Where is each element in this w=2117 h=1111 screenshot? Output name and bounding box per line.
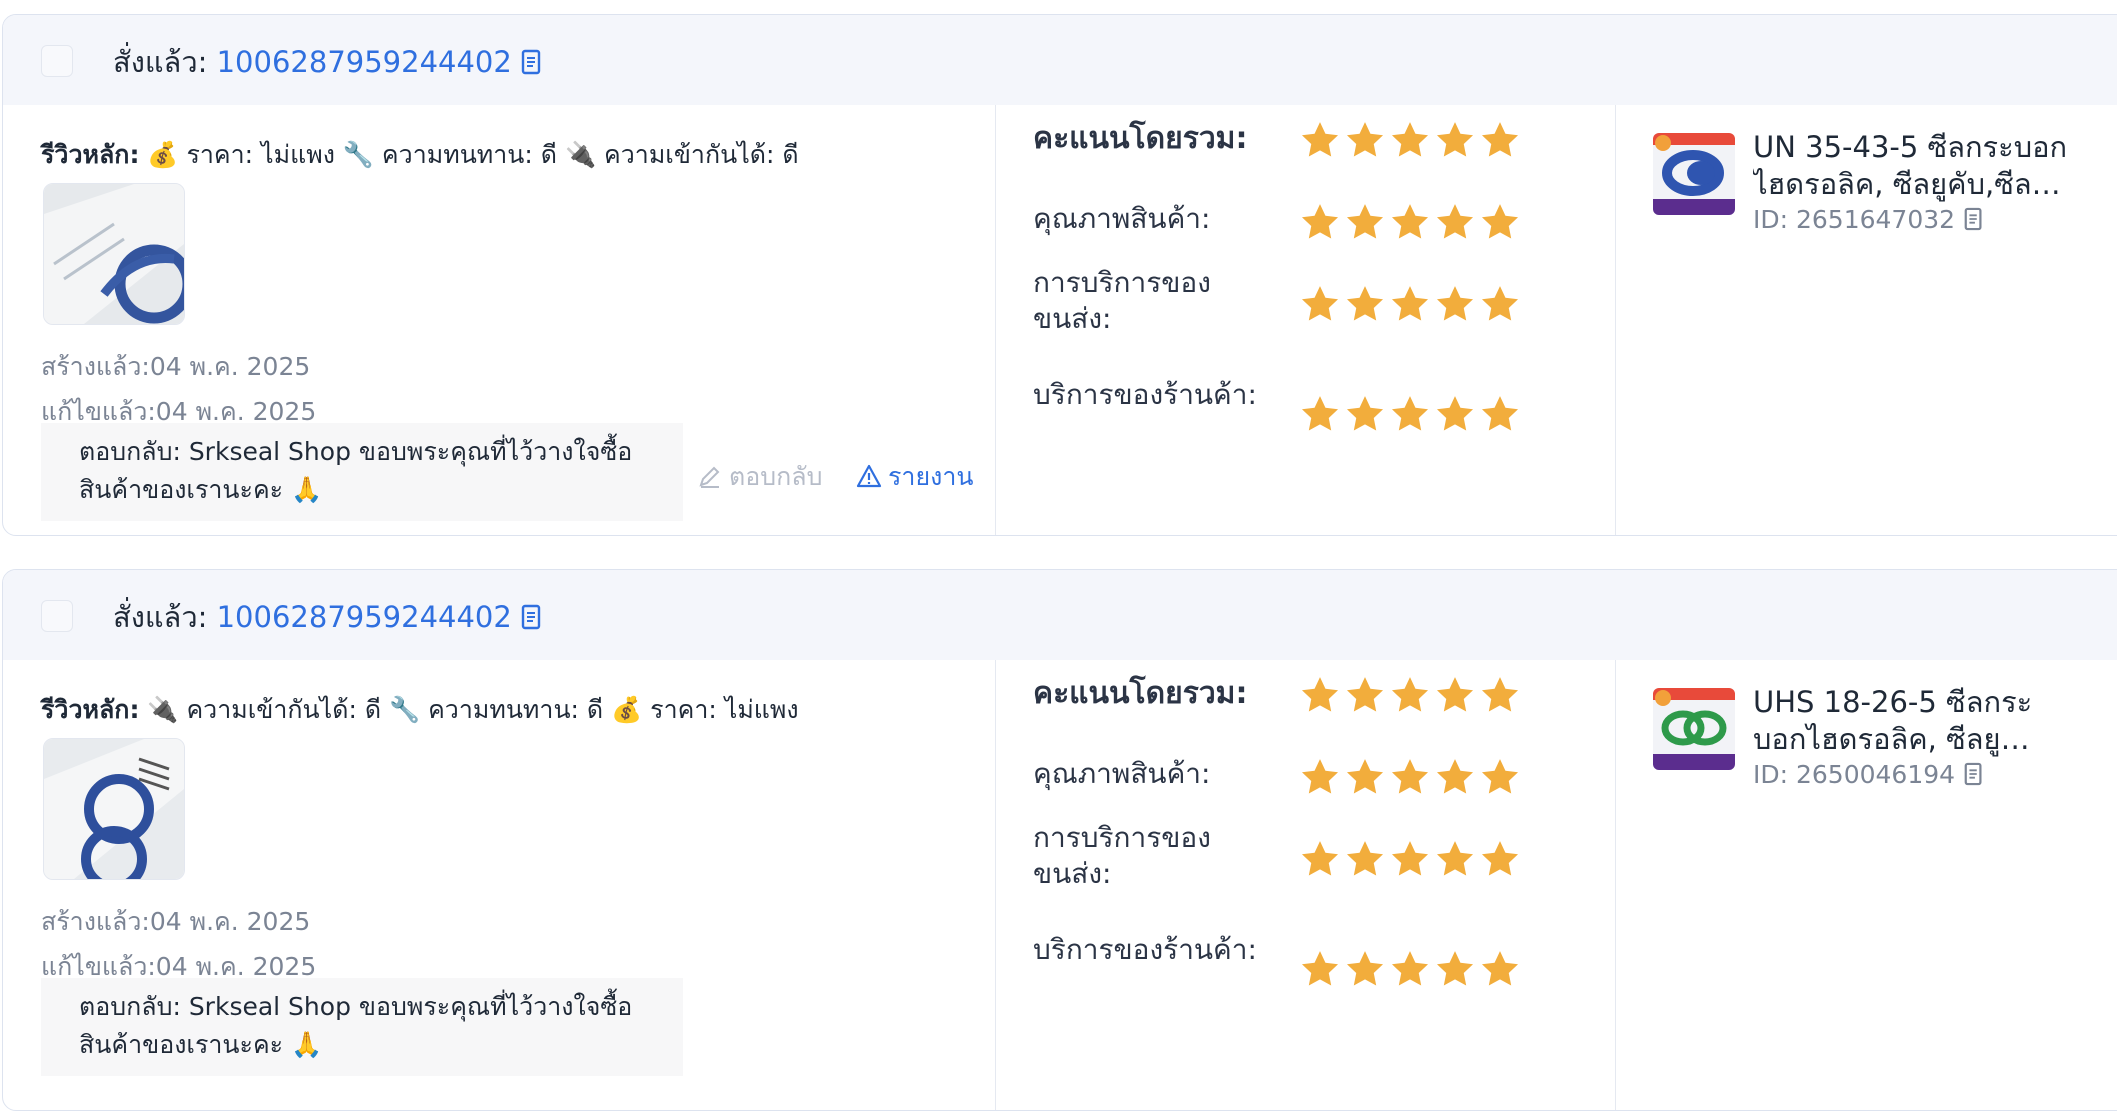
star-icon [1391,677,1429,712]
seller-reply: ตอบกลับ: Srkseal Shop ขอบพระคุณที่ไว้วาง… [41,423,683,521]
star-icon [1391,122,1429,157]
order-label: สั่งแล้ว: 1006287959244402 [113,39,544,85]
card-header: สั่งแล้ว: 1006287959244402 [3,15,2117,105]
star-icon [1301,396,1339,431]
review-photo[interactable] [43,183,185,325]
overall-rating-label: คะแนนโดยรวม: [1033,676,1248,711]
star-icon [1301,677,1339,712]
product-quality-stars [1299,201,1521,243]
product-quality-stars [1299,756,1521,798]
star-icon [1481,951,1519,986]
star-icon [1481,122,1519,157]
order-id-link[interactable]: 1006287959244402 [217,600,512,634]
shipping-service-label: การบริการของขนส่ง: [1033,821,1211,890]
created-date: สร้างแล้ว:04 พ.ค. 2025 [41,352,311,381]
star-icon [1346,286,1384,321]
star-icon [1301,951,1339,986]
review-photo[interactable] [43,738,185,880]
star-icon [1301,286,1339,321]
star-icon [1391,396,1429,431]
star-icon [1436,286,1474,321]
star-icon [1391,951,1429,986]
star-icon [1436,396,1474,431]
product-name[interactable]: UN 35-43-5 ซีลกระบอกไฮดรอลิค, ซีลยูคับ,ซ… [1753,129,2083,203]
copy-icon[interactable] [520,48,544,83]
product-id: ID: 2651647032 [1753,205,1985,238]
product-quality-label: คุณภาพสินค้า: [1033,202,1211,235]
star-icon [1391,286,1429,321]
star-icon [1481,677,1519,712]
star-icon [1436,841,1474,876]
card-header: สั่งแล้ว: 1006287959244402 [3,570,2117,660]
star-icon [1346,204,1384,239]
copy-icon[interactable] [1963,206,1985,238]
star-icon [1301,841,1339,876]
star-icon [1346,951,1384,986]
star-icon [1391,841,1429,876]
star-icon [1436,759,1474,794]
star-icon [1346,841,1384,876]
order-label: สั่งแล้ว: 1006287959244402 [113,594,544,640]
star-icon [1481,759,1519,794]
main-review: รีวิวหลัก: 💰 ราคา: ไม่แพง 🔧 ความทนทาน: ด… [41,140,799,169]
seller-reply: ตอบกลับ: Srkseal Shop ขอบพระคุณที่ไว้วาง… [41,978,683,1076]
created-date: สร้างแล้ว:04 พ.ค. 2025 [41,907,311,936]
shop-service-label: บริการของร้านค้า: [1033,933,1257,966]
overall-rating-label: คะแนนโดยรวม: [1033,121,1248,156]
star-icon [1346,759,1384,794]
shop-service-stars [1299,393,1521,435]
order-id-link[interactable]: 1006287959244402 [217,45,512,79]
product-quality-label: คุณภาพสินค้า: [1033,757,1211,790]
product-image[interactable] [1653,133,1735,215]
overall-rating-stars [1299,674,1521,716]
shop-service-stars [1299,948,1521,990]
shipping-service-stars [1299,283,1521,325]
star-icon [1436,204,1474,239]
review-card: สั่งแล้ว: 1006287959244402 รีวิวหลัก: 🔌 … [2,569,2117,1111]
star-icon [1436,122,1474,157]
star-icon [1481,841,1519,876]
star-icon [1346,677,1384,712]
product-image[interactable] [1653,688,1735,770]
card-body: รีวิวหลัก: 💰 ราคา: ไม่แพง 🔧 ความทนทาน: ด… [3,105,2117,535]
select-checkbox[interactable] [41,600,73,632]
star-icon [1481,396,1519,431]
copy-icon[interactable] [1963,761,1985,793]
report-button[interactable]: รายงาน [856,457,973,497]
star-icon [1481,286,1519,321]
star-icon [1481,204,1519,239]
copy-icon[interactable] [520,603,544,638]
select-checkbox[interactable] [41,45,73,77]
star-icon [1436,677,1474,712]
star-icon [1436,951,1474,986]
star-icon [1301,122,1339,157]
star-icon [1346,396,1384,431]
star-icon [1301,204,1339,239]
star-icon [1391,759,1429,794]
reply-button[interactable]: ตอบกลับ [697,457,822,497]
shop-service-label: บริการของร้านค้า: [1033,378,1257,411]
product-name[interactable]: UHS 18-26-5 ซีลกระบอกไฮดรอลิค, ซีลยูคับ,… [1753,684,2083,758]
overall-rating-stars [1299,119,1521,161]
card-body: รีวิวหลัก: 🔌 ความเข้ากันได้: ดี 🔧 ความทน… [3,660,2117,1110]
star-icon [1391,204,1429,239]
product-id: ID: 2650046194 [1753,760,1985,793]
star-icon [1301,759,1339,794]
review-card: สั่งแล้ว: 1006287959244402 รีวิวหลัก: 💰 … [2,14,2117,536]
shipping-service-label: การบริการของขนส่ง: [1033,266,1211,335]
star-icon [1346,122,1384,157]
shipping-service-stars [1299,838,1521,880]
main-review: รีวิวหลัก: 🔌 ความเข้ากันได้: ดี 🔧 ความทน… [41,695,799,724]
